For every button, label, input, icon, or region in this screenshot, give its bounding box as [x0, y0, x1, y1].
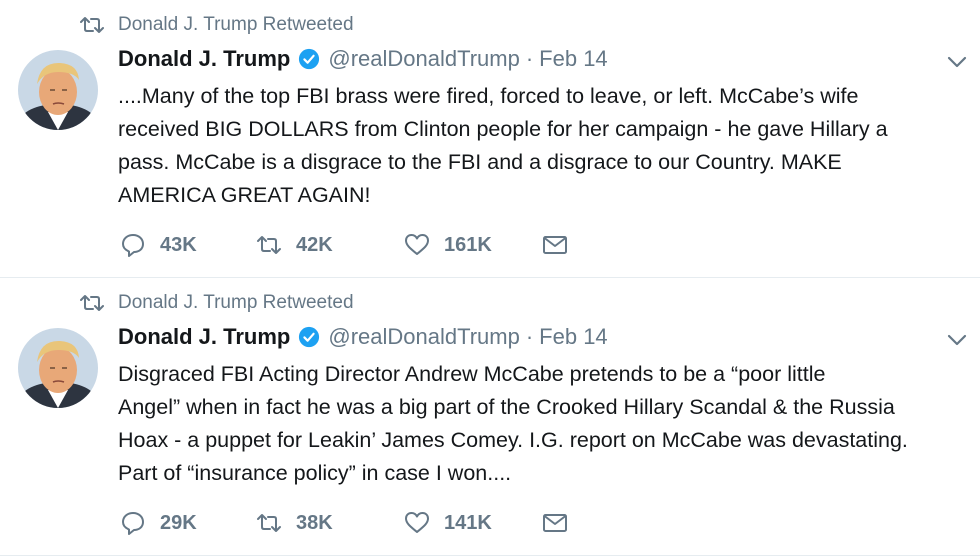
tweet-text-line: AMERICA GREAT AGAIN!	[118, 183, 371, 207]
timestamp[interactable]: Feb 14	[539, 46, 608, 72]
retweet-count: 42K	[296, 233, 333, 256]
like-count: 141K	[444, 511, 492, 534]
avatar-image	[18, 50, 98, 130]
tweet-text: Disgraced FBI Acting Director Andrew McC…	[118, 358, 973, 490]
envelope-icon	[543, 236, 567, 254]
chevron-down-icon[interactable]	[946, 332, 968, 348]
tweet-text-line: received BIG DOLLARS from Clinton people…	[118, 117, 888, 141]
retweet-count: 38K	[296, 511, 333, 534]
retweet-button[interactable]: 42K	[256, 232, 404, 258]
retweet-icon	[80, 295, 104, 311]
avatar[interactable]	[18, 50, 98, 130]
tweet-actions: 43K 42K 161K	[120, 232, 568, 258]
retweet-icon	[257, 236, 281, 254]
direct-message-button[interactable]	[542, 510, 568, 536]
tweet-header: Donald J. Trump @realDonaldTrump · Feb 1…	[118, 324, 608, 350]
verified-badge-icon	[299, 48, 320, 70]
handle[interactable]: @realDonaldTrump	[328, 46, 519, 72]
tweet-header: Donald J. Trump @realDonaldTrump · Feb 1…	[118, 46, 608, 72]
tweet-text-line: Hoax - a puppet for Leakin’ James Comey.…	[118, 428, 908, 452]
avatar[interactable]	[18, 328, 98, 408]
like-button[interactable]: 141K	[404, 510, 542, 536]
tweet-text-line: ....Many of the top FBI brass were fired…	[118, 84, 859, 108]
envelope-icon	[543, 514, 567, 532]
like-count: 161K	[444, 233, 492, 256]
reply-icon	[122, 512, 144, 535]
reply-icon	[122, 234, 144, 257]
tweet-text-line: Disgraced FBI Acting Director Andrew McC…	[118, 362, 826, 386]
chevron-down-icon[interactable]	[946, 54, 968, 70]
tweet-text-line: pass. McCabe is a disgrace to the FBI an…	[118, 150, 842, 174]
avatar-image	[18, 328, 98, 408]
retweet-button[interactable]: 38K	[256, 510, 404, 536]
retweet-context-label: Donald J. Trump Retweeted	[118, 292, 354, 313]
retweet-icon	[257, 514, 281, 532]
tweet[interactable]: Donald J. Trump Retweeted Donald J. Trum…	[0, 278, 980, 556]
retweet-icon	[80, 17, 104, 33]
reply-count: 29K	[160, 511, 197, 534]
timeline: Donald J. Trump Retweeted Donald J. Trum…	[0, 0, 980, 560]
separator: ·	[525, 324, 534, 349]
verified-badge-icon	[299, 326, 320, 348]
like-button[interactable]: 161K	[404, 232, 542, 258]
separator: ·	[525, 46, 534, 71]
timestamp[interactable]: Feb 14	[539, 324, 608, 350]
retweet-context: Donald J. Trump Retweeted	[80, 292, 354, 314]
tweet-actions: 29K 38K 141K	[120, 510, 568, 536]
tweet-text-line: Angel” when in fact he was a big part of…	[118, 395, 895, 419]
retweet-context: Donald J. Trump Retweeted	[80, 14, 354, 36]
tweet-text-line: Part of “insurance policy” in case I won…	[118, 461, 512, 485]
tweet[interactable]: Donald J. Trump Retweeted Donald J. Trum…	[0, 0, 980, 278]
reply-button[interactable]: 29K	[120, 510, 256, 536]
retweet-context-label: Donald J. Trump Retweeted	[118, 14, 354, 35]
display-name[interactable]: Donald J. Trump	[118, 46, 290, 72]
tweet-text: ....Many of the top FBI brass were fired…	[118, 80, 973, 212]
reply-button[interactable]: 43K	[120, 232, 256, 258]
handle[interactable]: @realDonaldTrump	[328, 324, 519, 350]
direct-message-button[interactable]	[542, 232, 568, 258]
heart-icon	[405, 512, 429, 533]
heart-icon	[405, 234, 429, 255]
display-name[interactable]: Donald J. Trump	[118, 324, 290, 350]
reply-count: 43K	[160, 233, 197, 256]
